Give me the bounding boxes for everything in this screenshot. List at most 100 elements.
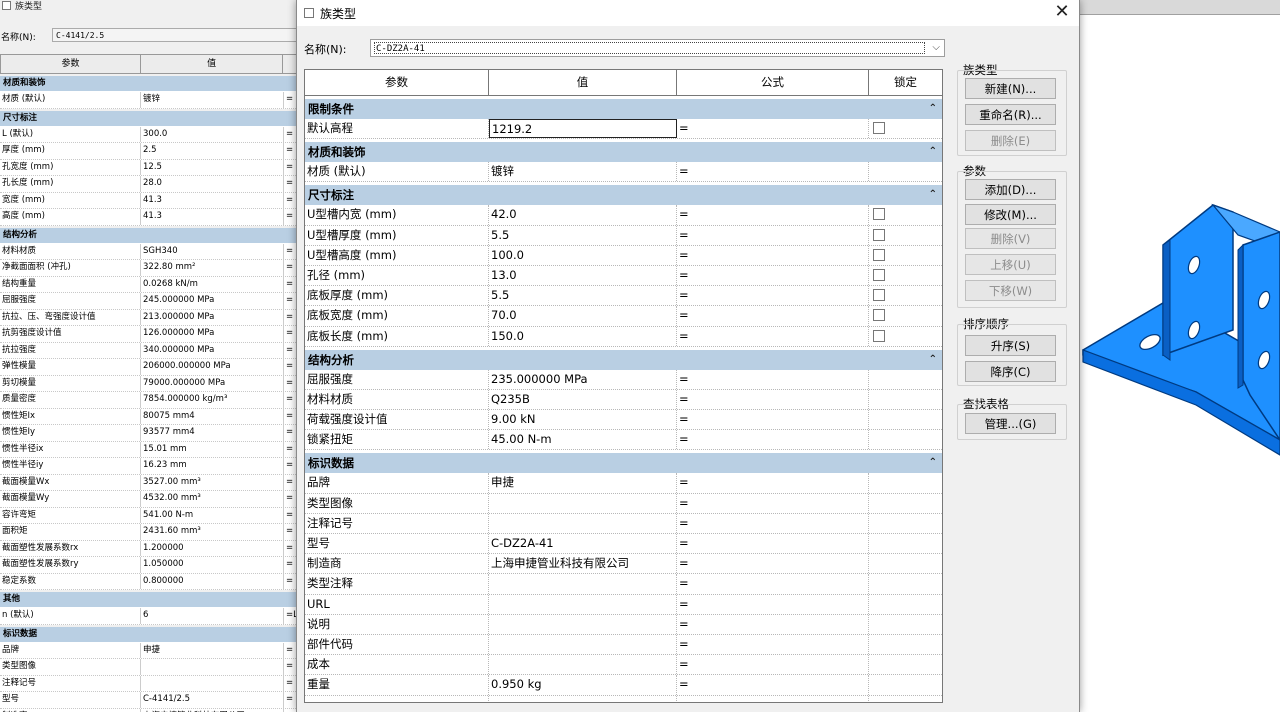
formula-cell[interactable]: = bbox=[677, 634, 869, 655]
formula-cell[interactable]: = bbox=[677, 119, 869, 139]
bg-value-cell[interactable]: 申捷 bbox=[141, 642, 284, 658]
bg-value-cell[interactable]: 41.3 bbox=[141, 209, 284, 225]
modify-parameter-button[interactable]: 修改(M)... bbox=[965, 204, 1056, 225]
bg-value-cell[interactable]: 245.000000 MPa bbox=[141, 293, 284, 309]
bg-value-cell[interactable]: 322.80 mm² bbox=[141, 260, 284, 276]
bg-value-cell[interactable]: 2431.60 mm³ bbox=[141, 524, 284, 540]
value-cell[interactable] bbox=[489, 574, 677, 594]
bg-value-cell[interactable]: C-4141/2.5 bbox=[141, 692, 284, 708]
value-cell[interactable]: 70.0 bbox=[489, 306, 677, 326]
formula-cell[interactable]: = bbox=[677, 493, 869, 513]
formula-cell[interactable]: = bbox=[677, 326, 869, 346]
value-cell[interactable] bbox=[489, 614, 677, 634]
formula-cell[interactable]: = bbox=[677, 675, 869, 695]
bg-value-cell[interactable]: 541.00 N-m bbox=[141, 507, 284, 523]
value-cell[interactable] bbox=[489, 634, 677, 655]
collapse-chevron-icon[interactable]: ⌃ bbox=[929, 350, 937, 370]
bg-value-cell[interactable]: 41.3 bbox=[141, 192, 284, 208]
value-cell[interactable]: 申捷 bbox=[489, 473, 677, 493]
remove-parameter-button[interactable]: 删除(V) bbox=[965, 228, 1056, 249]
formula-cell[interactable]: = bbox=[677, 225, 869, 245]
formula-cell[interactable]: = bbox=[677, 594, 869, 614]
close-icon[interactable]: ✕ bbox=[1051, 0, 1073, 24]
formula-cell[interactable]: = bbox=[677, 614, 869, 634]
bg-value-cell[interactable]: 15.01 mm bbox=[141, 441, 284, 457]
bg-value-cell[interactable]: 7854.000000 kg/m³ bbox=[141, 392, 284, 408]
formula-cell[interactable]: = bbox=[677, 534, 869, 554]
collapse-chevron-icon[interactable]: ⌃ bbox=[929, 453, 937, 473]
lock-checkbox[interactable] bbox=[873, 228, 885, 241]
collapse-chevron-icon[interactable]: ⌃ bbox=[929, 185, 937, 205]
bg-value-cell[interactable]: 28.0 bbox=[141, 176, 284, 192]
value-cell[interactable]: 235.000000 MPa bbox=[489, 369, 677, 389]
bg-value-cell[interactable]: 79000.000000 MPa bbox=[141, 375, 284, 391]
sort-descending-button[interactable]: 降序(C) bbox=[965, 361, 1056, 382]
bg-value-cell[interactable]: 4532.00 mm³ bbox=[141, 491, 284, 507]
lock-checkbox[interactable] bbox=[873, 289, 885, 302]
formula-cell[interactable]: = bbox=[677, 554, 869, 574]
grid-section-header[interactable]: 尺寸标注 ⌃ bbox=[305, 185, 942, 206]
grid-section-header[interactable]: 限制条件 ⌃ bbox=[305, 99, 942, 119]
value-cell[interactable]: 100.0 bbox=[489, 245, 677, 265]
bg-value-cell[interactable]: 镀锌 bbox=[141, 92, 284, 108]
formula-cell[interactable]: = bbox=[677, 655, 869, 675]
bg-value-cell[interactable]: 340.000000 MPa bbox=[141, 342, 284, 358]
model-view[interactable] bbox=[1078, 0, 1280, 712]
collapse-chevron-icon[interactable]: ⌃ bbox=[929, 99, 937, 119]
bg-value-cell[interactable]: 0.800000 bbox=[141, 573, 284, 589]
value-cell[interactable] bbox=[489, 594, 677, 614]
grid-section-header[interactable]: 材质和装饰 ⌃ bbox=[305, 142, 942, 163]
value-cell[interactable]: 上海申捷管业科技有限公司 bbox=[489, 554, 677, 574]
bg-value-cell[interactable]: 6 bbox=[141, 608, 284, 624]
bg-value-cell[interactable]: 1.050000 bbox=[141, 557, 284, 573]
bg-value-cell[interactable]: 2.5 bbox=[141, 143, 284, 159]
chevron-down-icon[interactable]: ⌵ bbox=[932, 42, 940, 53]
value-cell[interactable]: 镀锌 bbox=[489, 162, 677, 182]
formula-cell[interactable]: = bbox=[677, 162, 869, 182]
grid-section-header[interactable]: 标识数据 ⌃ bbox=[305, 453, 942, 474]
bg-value-cell[interactable]: 206000.000000 MPa bbox=[141, 359, 284, 375]
formula-cell[interactable]: = bbox=[677, 430, 869, 450]
bg-value-cell[interactable]: 3527.00 mm³ bbox=[141, 474, 284, 490]
value-cell[interactable]: 150.0 bbox=[489, 326, 677, 346]
bg-value-cell[interactable]: 80075 mm4 bbox=[141, 408, 284, 424]
grid-section-header[interactable]: 结构分析 ⌃ bbox=[305, 349, 942, 370]
value-cell[interactable]: Q235B bbox=[489, 389, 677, 410]
add-parameter-button[interactable]: 添加(D)... bbox=[965, 179, 1056, 200]
formula-cell[interactable]: = bbox=[677, 205, 869, 225]
bg-name-field[interactable]: C-4141/2.5 bbox=[52, 28, 300, 42]
value-cell[interactable]: C-DZ2A-41 bbox=[489, 534, 677, 554]
value-cell[interactable] bbox=[489, 513, 677, 533]
bg-value-cell[interactable]: 213.000000 MPa bbox=[141, 309, 284, 325]
move-up-button[interactable]: 上移(U) bbox=[965, 254, 1056, 275]
manage-lookup-button[interactable]: 管理...(G) bbox=[965, 413, 1056, 434]
formula-cell[interactable]: = bbox=[677, 369, 869, 389]
formula-cell[interactable]: = bbox=[677, 389, 869, 410]
formula-cell[interactable]: = bbox=[677, 265, 869, 286]
lock-checkbox[interactable] bbox=[873, 122, 885, 134]
value-cell[interactable]: 5.5 bbox=[489, 286, 677, 306]
lock-checkbox[interactable] bbox=[873, 268, 885, 281]
bg-value-cell[interactable]: 0.0268 kN/m bbox=[141, 276, 284, 292]
bg-value-cell[interactable]: 300.0 bbox=[141, 126, 284, 142]
value-cell[interactable]: 45.00 N-m bbox=[489, 430, 677, 450]
formula-cell[interactable]: = bbox=[677, 473, 869, 493]
formula-cell[interactable]: = bbox=[677, 410, 869, 430]
bg-value-cell[interactable]: SGH340 bbox=[141, 243, 284, 259]
formula-cell[interactable]: = bbox=[677, 513, 869, 533]
move-down-button[interactable]: 下移(W) bbox=[965, 280, 1056, 301]
lock-checkbox[interactable] bbox=[873, 248, 885, 261]
value-cell[interactable]: 9.00 kN bbox=[489, 410, 677, 430]
value-cell[interactable]: 42.0 bbox=[489, 205, 677, 225]
delete-type-button[interactable]: 删除(E) bbox=[965, 130, 1056, 151]
new-type-button[interactable]: 新建(N)... bbox=[965, 78, 1056, 99]
lock-checkbox[interactable] bbox=[873, 309, 885, 322]
lock-checkbox[interactable] bbox=[873, 208, 885, 221]
formula-cell[interactable]: = bbox=[677, 286, 869, 306]
bg-value-cell[interactable] bbox=[141, 659, 284, 675]
bg-value-cell[interactable]: 93577 mm4 bbox=[141, 425, 284, 441]
value-cell[interactable]: 0.950 kg bbox=[489, 675, 677, 695]
name-dropdown[interactable]: C-DZ2A-41 ⌵ bbox=[370, 39, 945, 57]
value-cell[interactable]: 1219.2 bbox=[489, 119, 677, 139]
sort-ascending-button[interactable]: 升序(S) bbox=[965, 335, 1056, 356]
